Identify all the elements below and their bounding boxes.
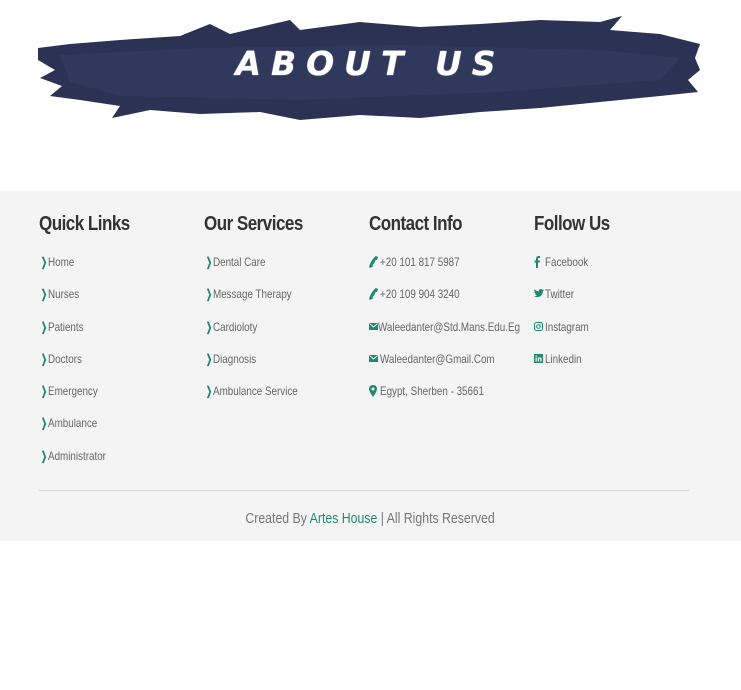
service-link-label: Diagnosis (213, 351, 257, 366)
contact-info-label: +20 109 904 3240 (380, 287, 460, 302)
facebook-icon (534, 256, 545, 271)
phone-icon (369, 256, 380, 271)
twitter-icon (534, 288, 545, 301)
contact-info-label: Egypt, Sherben - 35661 (380, 384, 484, 399)
services-heading: Our Services (204, 213, 303, 235)
envelope-icon (369, 353, 380, 366)
service-link-label: Dental Care (213, 255, 266, 269)
service-link-item[interactable]: ❯ Cardioloty (204, 319, 369, 353)
quick-link-label: Patients (48, 319, 84, 334)
social-link-label: Facebook (545, 255, 589, 269)
quick-link-label: Nurses (48, 287, 80, 302)
contact-column: Contact Info +20 101 817 5987 +20 109 904… (369, 213, 534, 417)
chevron-right-icon: ❯ (206, 287, 213, 302)
contact-info-item[interactable]: +20 109 904 3240 (369, 288, 534, 320)
contact-info-item[interactable]: Egypt, Sherben - 35661 (369, 385, 534, 417)
quick-link-item[interactable]: ❯ Patients (39, 319, 204, 353)
chevron-right-icon: ❯ (41, 319, 48, 334)
brand-link[interactable]: Artes House (310, 510, 378, 527)
quick-link-item[interactable]: ❯ Doctors (39, 351, 204, 385)
service-link-label: Message Therapy (213, 287, 292, 302)
quick-link-item[interactable]: ❯ Emergency (39, 385, 204, 417)
quick-links-heading: Quick Links (39, 213, 130, 235)
quick-link-label: Home (48, 255, 75, 269)
copyright-suffix: | All Rights Reserved (377, 510, 496, 527)
chevron-right-icon: ❯ (206, 351, 213, 366)
chevron-right-icon: ❯ (206, 255, 213, 269)
copyright: Created By Artes House | All Rights Rese… (0, 510, 741, 527)
contact-heading: Contact Info (369, 213, 463, 235)
contact-info-item[interactable]: Waleedanter@Std.Mans.Edu.Eg (369, 319, 534, 353)
contact-info-label: +20 101 817 5987 (380, 255, 460, 269)
about-banner: ABOUT US (0, 0, 741, 150)
contact-info-item[interactable]: +20 101 817 5987 (369, 256, 534, 288)
quick-link-item[interactable]: ❯ Home (39, 256, 204, 288)
social-link-label: Instagram (545, 319, 589, 334)
instagram-icon (534, 321, 545, 334)
quick-link-item[interactable]: ❯ Nurses (39, 288, 204, 320)
services-column: Our Services ❯ Dental Care ❯ Message Therap… (204, 213, 369, 417)
chevron-right-icon: ❯ (41, 384, 48, 399)
contact-info-label: Waleedanter@Gmail.Com (380, 351, 495, 366)
chevron-right-icon: ❯ (206, 384, 213, 399)
quick-link-item[interactable]: ❯ Ambulance (39, 417, 204, 449)
service-link-label: Cardioloty (213, 319, 258, 334)
social-link-item[interactable]: Linkedin (534, 351, 699, 385)
quick-link-label: Ambulance (48, 416, 98, 431)
chevron-right-icon: ❯ (41, 416, 48, 431)
contact-info-label: Waleedanter@Std.Mans.Edu.Eg (378, 319, 521, 334)
site-footer: Quick Links ❯ Home ❯ Nurses ❯ Patients ❯ Doctor… (0, 191, 741, 541)
quick-link-label: Administrator (48, 448, 106, 463)
service-link-item[interactable]: ❯ Ambulance Service (204, 385, 369, 417)
envelope-icon (369, 321, 378, 334)
social-link-item[interactable]: Twitter (534, 288, 699, 320)
linkedin-icon (534, 353, 545, 366)
social-link-item[interactable]: Instagram (534, 319, 699, 353)
social-link-item[interactable]: Facebook (534, 256, 699, 288)
copyright-prefix: Created By (245, 510, 311, 527)
service-link-label: Ambulance Service (213, 384, 298, 399)
chevron-right-icon: ❯ (41, 287, 48, 302)
phone-icon (369, 288, 380, 303)
page-title: ABOUT US (235, 44, 506, 83)
contact-info-item[interactable]: Waleedanter@Gmail.Com (369, 351, 534, 385)
map-marker-icon (369, 385, 380, 400)
follow-heading: Follow Us (534, 213, 610, 235)
quick-link-label: Emergency (48, 384, 98, 399)
chevron-right-icon: ❯ (41, 255, 48, 269)
service-link-item[interactable]: ❯ Message Therapy (204, 288, 369, 320)
social-link-label: Linkedin (545, 351, 582, 366)
quick-links-column: Quick Links ❯ Home ❯ Nurses ❯ Patients ❯ Doctor… (39, 213, 204, 482)
service-link-item[interactable]: ❯ Diagnosis (204, 351, 369, 385)
chevron-right-icon: ❯ (41, 351, 48, 366)
chevron-right-icon: ❯ (41, 448, 48, 463)
quick-link-item[interactable]: ❯ Administrator (39, 448, 204, 482)
footer-divider (39, 490, 689, 491)
chevron-right-icon: ❯ (206, 319, 213, 334)
service-link-item[interactable]: ❯ Dental Care (204, 256, 369, 288)
social-link-label: Twitter (545, 287, 574, 302)
follow-column: Follow Us Facebook Twitter Instagram Linked… (534, 213, 699, 385)
quick-link-label: Doctors (48, 351, 82, 366)
